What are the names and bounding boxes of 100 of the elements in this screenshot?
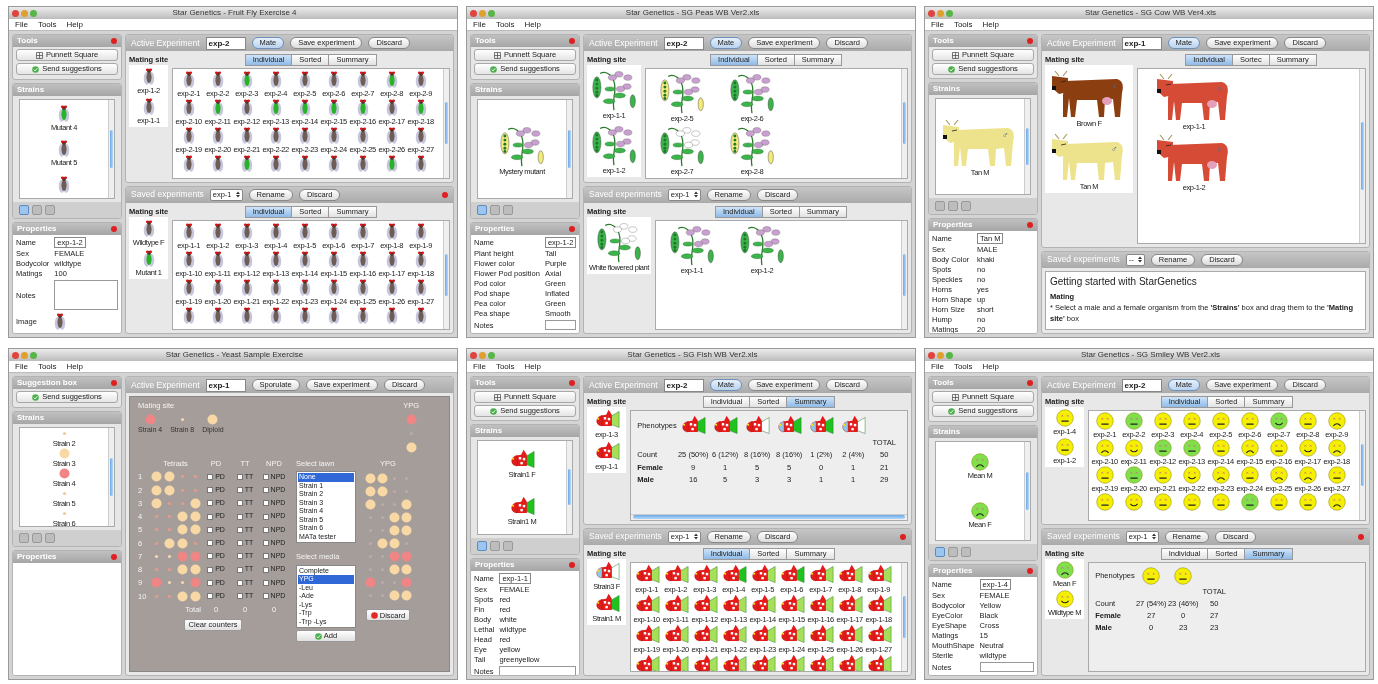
colony-icon[interactable] — [150, 484, 162, 496]
colony-icon[interactable] — [400, 512, 412, 524]
menu-item[interactable]: File — [931, 18, 944, 31]
smiley-face-drawing[interactable] — [1269, 412, 1288, 430]
fly-drawing[interactable] — [385, 305, 398, 325]
smiley-face-drawing[interactable] — [1240, 493, 1259, 511]
notes-field[interactable] — [499, 666, 576, 675]
fly-drawing[interactable] — [356, 154, 369, 173]
fly-drawing[interactable] — [298, 249, 311, 269]
fly-drawing[interactable] — [240, 70, 253, 89]
smiley-face-drawing[interactable] — [1124, 412, 1143, 430]
menu-item[interactable]: Tools — [37, 360, 57, 373]
colony-icon[interactable] — [150, 471, 162, 483]
fish-drawing[interactable] — [662, 653, 689, 671]
smiley-face-drawing[interactable] — [971, 453, 989, 471]
fly-drawing[interactable] — [58, 139, 70, 159]
fly-drawing[interactable] — [240, 249, 253, 269]
experiment-name-field[interactable]: exp-2 — [663, 378, 704, 392]
notes-field[interactable] — [544, 320, 577, 330]
scrollbar[interactable] — [901, 562, 907, 671]
fish-drawing[interactable] — [593, 560, 620, 582]
close-button[interactable] — [928, 351, 935, 359]
fish-drawing[interactable] — [509, 449, 535, 470]
smiley-face-drawing[interactable] — [1124, 493, 1143, 511]
fly-drawing[interactable] — [182, 277, 195, 297]
fly-drawing[interactable] — [182, 221, 195, 241]
colony-icon[interactable] — [364, 486, 376, 498]
colony-icon[interactable] — [176, 590, 188, 602]
fly-drawing[interactable] — [142, 248, 155, 268]
close-button[interactable] — [470, 9, 477, 17]
scrollbar[interactable] — [566, 100, 572, 198]
fly-drawing[interactable] — [356, 249, 369, 269]
fly-drawing[interactable] — [182, 70, 195, 89]
smiley-face-drawing[interactable] — [1153, 493, 1172, 511]
close-icon[interactable] — [1027, 380, 1033, 386]
fly-drawing[interactable] — [356, 305, 369, 325]
fly-drawing[interactable] — [414, 154, 427, 173]
fish-drawing[interactable] — [865, 563, 892, 585]
fly-drawing[interactable] — [298, 277, 311, 297]
fish-drawing[interactable] — [807, 593, 834, 615]
fish-drawing[interactable] — [691, 563, 718, 585]
cow-drawing[interactable] — [1157, 73, 1228, 120]
fish-drawing[interactable] — [778, 623, 805, 645]
scrollbar[interactable] — [1359, 411, 1365, 520]
fish-drawing[interactable] — [778, 563, 805, 585]
zoom-button[interactable] — [30, 351, 37, 359]
colony-icon[interactable] — [163, 484, 175, 496]
fly-drawing[interactable] — [182, 154, 195, 173]
close-icon[interactable] — [569, 226, 575, 232]
fish-drawing[interactable] — [691, 653, 718, 671]
fly-drawing[interactable] — [240, 305, 253, 325]
fish-drawing[interactable] — [593, 441, 620, 463]
colony-icon[interactable] — [189, 524, 201, 536]
colony-icon[interactable] — [176, 524, 188, 536]
smiley-face-drawing[interactable] — [1124, 439, 1143, 457]
fly-drawing[interactable] — [327, 126, 340, 145]
fly-drawing[interactable] — [327, 70, 340, 89]
menu-item[interactable]: Help — [982, 360, 1000, 373]
smiley-face-drawing[interactable] — [1182, 439, 1201, 457]
fish-drawing[interactable] — [807, 563, 834, 585]
fly-drawing[interactable] — [327, 98, 340, 117]
close-icon[interactable] — [111, 38, 117, 44]
fish-drawing[interactable] — [593, 592, 620, 614]
fish-drawing[interactable] — [836, 623, 863, 645]
colony-icon[interactable] — [376, 538, 388, 550]
fly-drawing[interactable] — [327, 154, 340, 173]
fish-drawing[interactable] — [633, 563, 660, 585]
close-icon[interactable] — [111, 554, 117, 560]
smiley-face-drawing[interactable] — [1269, 439, 1288, 457]
fish-drawing[interactable] — [749, 563, 776, 585]
fly-drawing[interactable] — [211, 277, 224, 297]
fish-drawing[interactable] — [509, 495, 535, 517]
cow-drawing[interactable] — [1052, 70, 1123, 118]
fly-drawing[interactable] — [211, 221, 224, 241]
smiley-face-drawing[interactable] — [1327, 493, 1346, 511]
fly-drawing[interactable] — [58, 103, 70, 123]
smiley-face-drawing[interactable] — [1182, 412, 1201, 430]
fly-drawing[interactable] — [240, 126, 253, 145]
fly-drawing[interactable] — [298, 126, 311, 145]
fly-drawing[interactable] — [414, 249, 427, 269]
fish-drawing[interactable] — [712, 415, 739, 436]
fly-drawing[interactable] — [182, 305, 195, 325]
smiley-face-drawing[interactable] — [1095, 412, 1114, 430]
smiley-face-drawing[interactable] — [1211, 466, 1230, 484]
smiley-face-drawing[interactable] — [1327, 466, 1346, 484]
colony-icon[interactable] — [376, 473, 388, 485]
colony-icon[interactable] — [163, 471, 175, 483]
scrollbar[interactable] — [631, 513, 907, 520]
colony-icon[interactable] — [364, 473, 376, 485]
colony-icon[interactable] — [176, 564, 188, 576]
menu-item[interactable]: File — [15, 360, 28, 373]
smiley-face-drawing[interactable] — [971, 502, 989, 520]
fish-drawing[interactable] — [836, 563, 863, 585]
fly-drawing[interactable] — [385, 70, 398, 89]
fly-drawing[interactable] — [211, 98, 224, 117]
close-icon[interactable] — [442, 191, 448, 198]
fly-drawing[interactable] — [385, 221, 398, 241]
zoom-button[interactable] — [946, 351, 953, 359]
colony-icon[interactable] — [376, 486, 388, 498]
menu-item[interactable]: Help — [66, 360, 84, 373]
